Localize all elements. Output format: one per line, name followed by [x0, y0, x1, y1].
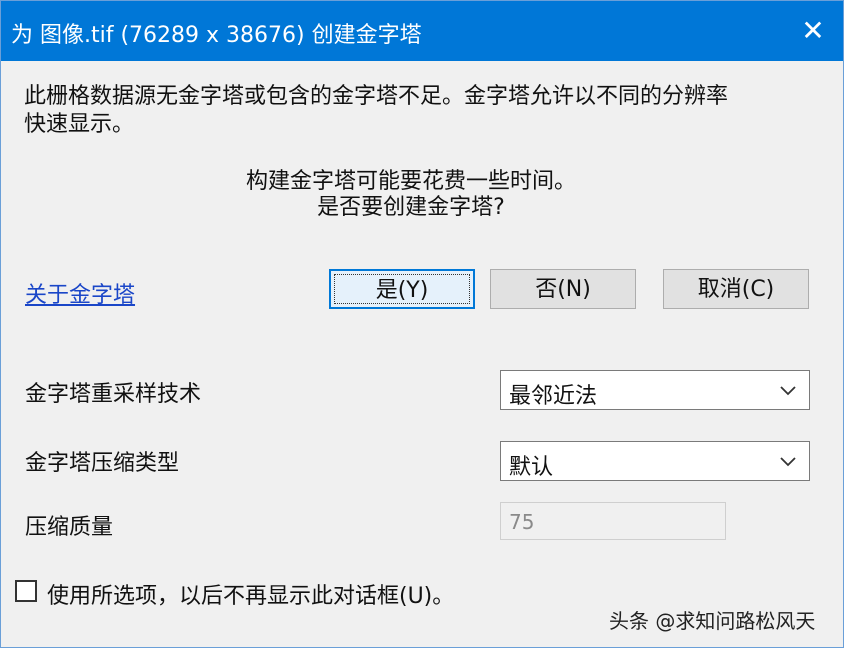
focus-rectangle — [334, 274, 470, 304]
title-bar[interactable]: 为 图像.tif (76289 x 38676) 创建金字塔 ✕ — [1, 1, 843, 61]
prompt-message: 构建金字塔可能要花费一些时间。 是否要创建金字塔? — [1, 169, 821, 221]
cancel-button-label: 取消(C) — [697, 277, 775, 302]
compression-select[interactable]: 默认 — [500, 441, 810, 481]
yes-button[interactable]: 是(Y) — [329, 269, 475, 309]
dont-show-again-label[interactable]: 使用所选项，以后不再显示此对话框(U)。 — [47, 578, 454, 610]
chevron-down-icon — [780, 386, 796, 396]
quality-value: 75 — [509, 510, 535, 534]
about-pyramids-link[interactable]: 关于金字塔 — [25, 277, 135, 309]
info-message-line-1: 此栅格数据源无金字塔或包含的金字塔不足。金字塔允许以不同的分辨率 — [24, 84, 729, 109]
prompt-line-2: 是否要创建金字塔? — [317, 195, 505, 220]
resampling-selected-value: 最邻近法 — [509, 384, 598, 409]
quality-input: 75 — [500, 502, 726, 540]
compression-label: 金字塔压缩类型 — [25, 451, 180, 476]
chevron-down-icon — [780, 457, 796, 467]
close-button[interactable]: ✕ — [789, 11, 837, 51]
resampling-label: 金字塔重采样技术 — [25, 382, 202, 407]
no-button-label: 否(N) — [535, 277, 591, 302]
prompt-line-1: 构建金字塔可能要花费一些时间。 — [245, 169, 576, 194]
no-button[interactable]: 否(N) — [490, 269, 636, 309]
compression-selected-value: 默认 — [509, 455, 554, 480]
quality-label: 压缩质量 — [25, 515, 114, 540]
resampling-select[interactable]: 最邻近法 — [500, 370, 810, 410]
cancel-button[interactable]: 取消(C) — [663, 269, 809, 309]
watermark-text: 头条 @求知问路松风天 — [609, 609, 816, 633]
info-message-line-2: 快速显示。 — [24, 112, 135, 137]
close-icon: ✕ — [801, 14, 825, 47]
info-message: 此栅格数据源无金字塔或包含的金字塔不足。金字塔允许以不同的分辨率 快速显示。 — [24, 83, 824, 139]
dialog-title: 为 图像.tif (76289 x 38676) 创建金字塔 — [11, 23, 422, 48]
dont-show-again-checkbox[interactable] — [15, 580, 37, 602]
pyramid-dialog: 为 图像.tif (76289 x 38676) 创建金字塔 ✕ 此栅格数据源无… — [0, 0, 844, 648]
